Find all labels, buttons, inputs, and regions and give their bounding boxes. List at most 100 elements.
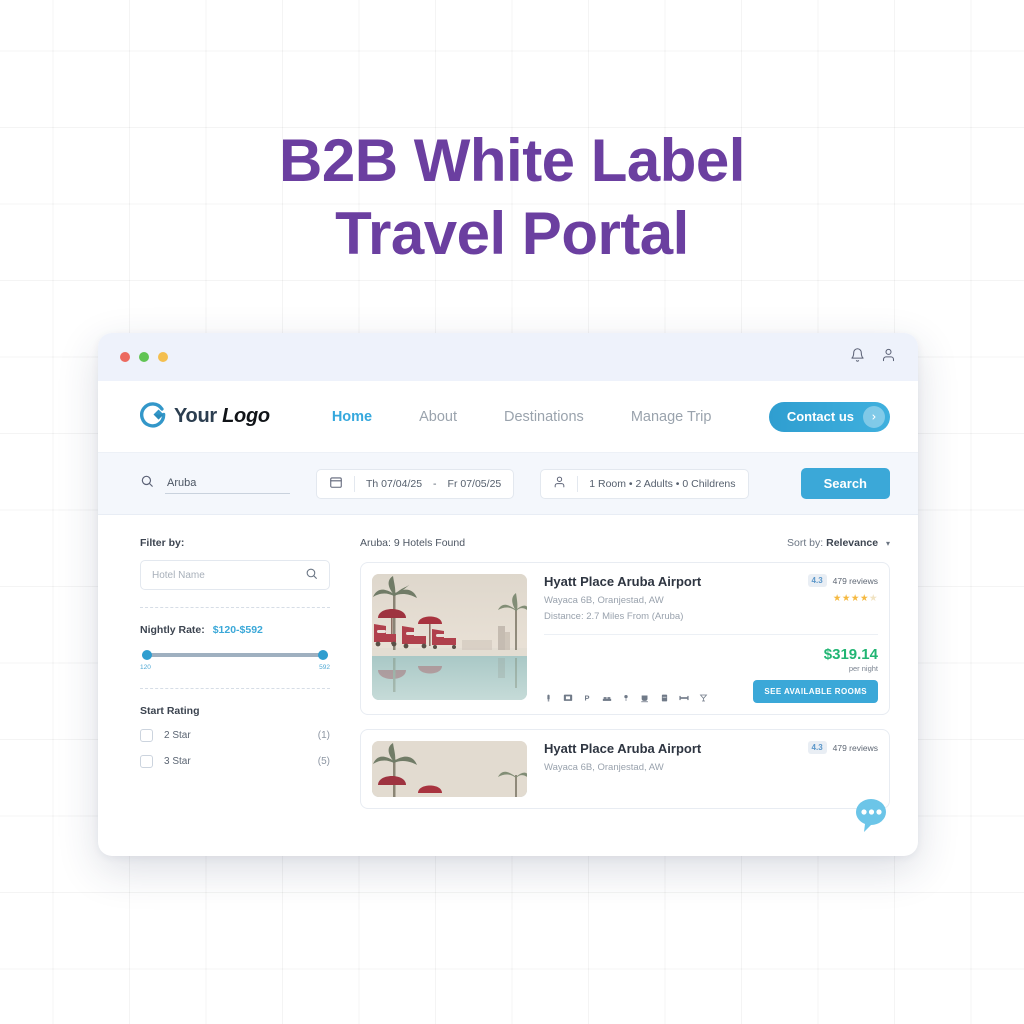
slider-min-label: 120 [140,664,151,671]
hotel-name[interactable]: Hyatt Place Aruba Airport [544,741,701,756]
amenities-row: P [544,693,708,703]
results-count: Aruba: 9 Hotels Found [360,537,466,549]
tv-icon [563,694,573,701]
page-root: B2B White Label Travel Portal Your Logo … [0,0,1024,1024]
rating-score-badge: 4.3 [807,574,827,587]
maximize-dot[interactable] [158,352,168,362]
slider-handle-max[interactable] [318,650,328,660]
hotel-info-top: Hyatt Place Aruba Airport Wayaca 6B, Ora… [544,574,878,622]
occupancy-picker[interactable]: 1 Room • 2 Adults • 0 Childrens [540,468,749,499]
checkbox[interactable] [140,729,153,742]
chevron-down-icon: ▾ [885,539,890,548]
window-controls [120,352,168,362]
slider-max-label: 592 [319,664,330,671]
destination-input[interactable] [165,473,290,494]
review-count: 479 reviews [832,575,878,586]
hotel-name-filter[interactable]: Hotel Name [140,560,330,590]
filter-label: 3 Star [164,756,191,767]
search-button[interactable]: Search [800,468,890,499]
hotel-address: Wayaca 6B, Oranjestad, AW [544,762,664,773]
guest-icon [553,475,566,492]
divider [354,475,355,492]
search-icon[interactable] [305,567,318,583]
logo-word-your: Your [174,405,217,427]
filter-star-2[interactable]: 2 Star (1) [140,729,330,742]
slider-handle-min[interactable] [142,650,152,660]
filter-star-3[interactable]: 3 Star (5) [140,755,330,768]
destination-field[interactable] [140,473,290,494]
nightly-rate-value: $120-$592 [212,624,263,636]
nav-links: Home About Destinations Manage Trip [332,409,712,425]
hotel-info-top: Hyatt Place Aruba Airport Wayaca 6B, Ora… [544,741,878,773]
star-empty-icon: ★ [868,593,878,604]
hotel-thumbnail[interactable] [372,741,527,797]
bar-icon [699,694,708,702]
logo-text: Your Logo [174,405,270,428]
slider-labels: 120 592 [140,664,330,671]
hotel-text-block: Hyatt Place Aruba Airport Wayaca 6B, Ora… [544,574,701,622]
rating-line: 4.3 479 reviews [807,741,878,754]
divider [577,475,579,492]
nav-item-manage-trip[interactable]: Manage Trip [631,409,712,425]
logo-mark-icon [140,401,167,433]
sort-by-dropdown[interactable]: Sort by: Relevance ▾ [787,537,890,549]
page-title-line-2: Travel Portal [335,200,689,268]
star-rating: ★★★★★ [832,593,878,604]
chat-bubble-icon [855,799,886,832]
hotel-card[interactable]: Hyatt Place Aruba Airport Wayaca 6B, Ora… [360,729,890,809]
filter-count: (1) [317,730,330,741]
hotel-text-block: Hyatt Place Aruba Airport Wayaca 6B, Ora… [544,741,701,773]
search-icon [140,474,154,493]
filter-by-heading: Filter by: [140,537,185,549]
nav-item-destinations[interactable]: Destinations [504,409,584,425]
bell-icon[interactable] [850,347,865,368]
chevron-right-icon [863,405,885,428]
fridge-icon [661,694,668,702]
page-title-line-1: B2B White Label [279,127,745,194]
nav-item-home[interactable]: Home [332,409,372,425]
hotel-info: Hyatt Place Aruba Airport Wayaca 6B, Ora… [544,741,878,797]
logo-word-logo: Logo [222,405,270,427]
results-column: Aruba: 9 Hotels Found Sort by: Relevance… [360,537,890,823]
date-range-picker[interactable]: Th 07/04/25 - Fr 07/05/25 [316,468,515,499]
star-rating-heading: Start Rating [140,705,200,717]
contact-us-button[interactable]: Contact us [768,401,890,432]
hotel-card[interactable]: Hyatt Place Aruba Airport Wayaca 6B, Ora… [360,562,890,715]
svg-text:P: P [585,694,590,703]
hotel-name[interactable]: Hyatt Place Aruba Airport [544,574,701,589]
chat-widget-button[interactable] [852,795,894,837]
page-title: B2B White Label Travel Portal [0,124,1024,270]
price-note: per night [848,664,878,673]
hotel-price: $319.14 [823,646,878,663]
hotel-thumbnail[interactable] [372,574,527,700]
divider [140,607,330,608]
hotel-info: Hyatt Place Aruba Airport Wayaca 6B, Ora… [544,574,878,703]
hotel-price-block: $319.14 per night SEE AVAILABLE ROOMS [753,646,878,703]
price-range-slider[interactable] [142,650,328,660]
review-count: 479 reviews [832,742,878,753]
parking-icon: P [585,694,590,703]
slider-fill [142,653,328,657]
nav-item-about[interactable]: About [419,409,457,425]
coffee-icon [641,695,648,703]
calendar-icon [329,475,343,492]
close-dot[interactable] [120,352,130,362]
user-icon[interactable] [881,347,896,368]
shower-icon [624,695,628,701]
bed-icon [602,697,612,701]
nightly-rate-row: Nightly Rate: $120-$592 [140,624,330,636]
checkin-date: Th 07/04/25 [366,477,423,490]
hotel-rating-block: 4.3 479 reviews ★★★★★ [796,574,878,622]
nightly-rate-label: Nightly Rate: [140,624,205,636]
see-available-rooms-button[interactable]: SEE AVAILABLE ROOMS [753,680,878,703]
occupancy-summary: 1 Room • 2 Adults • 0 Childrens [589,477,736,490]
sort-by-value: Relevance [826,537,879,549]
site-navbar: Your Logo Home About Destinations Manage… [98,381,918,453]
brand-logo[interactable]: Your Logo [140,401,270,433]
date-separator: - [433,477,437,490]
hotel-name-placeholder: Hotel Name [152,569,205,581]
checkbox[interactable] [140,755,153,768]
divider [140,688,330,689]
filter-sidebar: Filter by: Hotel Name Nightly Rate: $120… [140,537,330,823]
minimize-dot[interactable] [139,352,149,362]
